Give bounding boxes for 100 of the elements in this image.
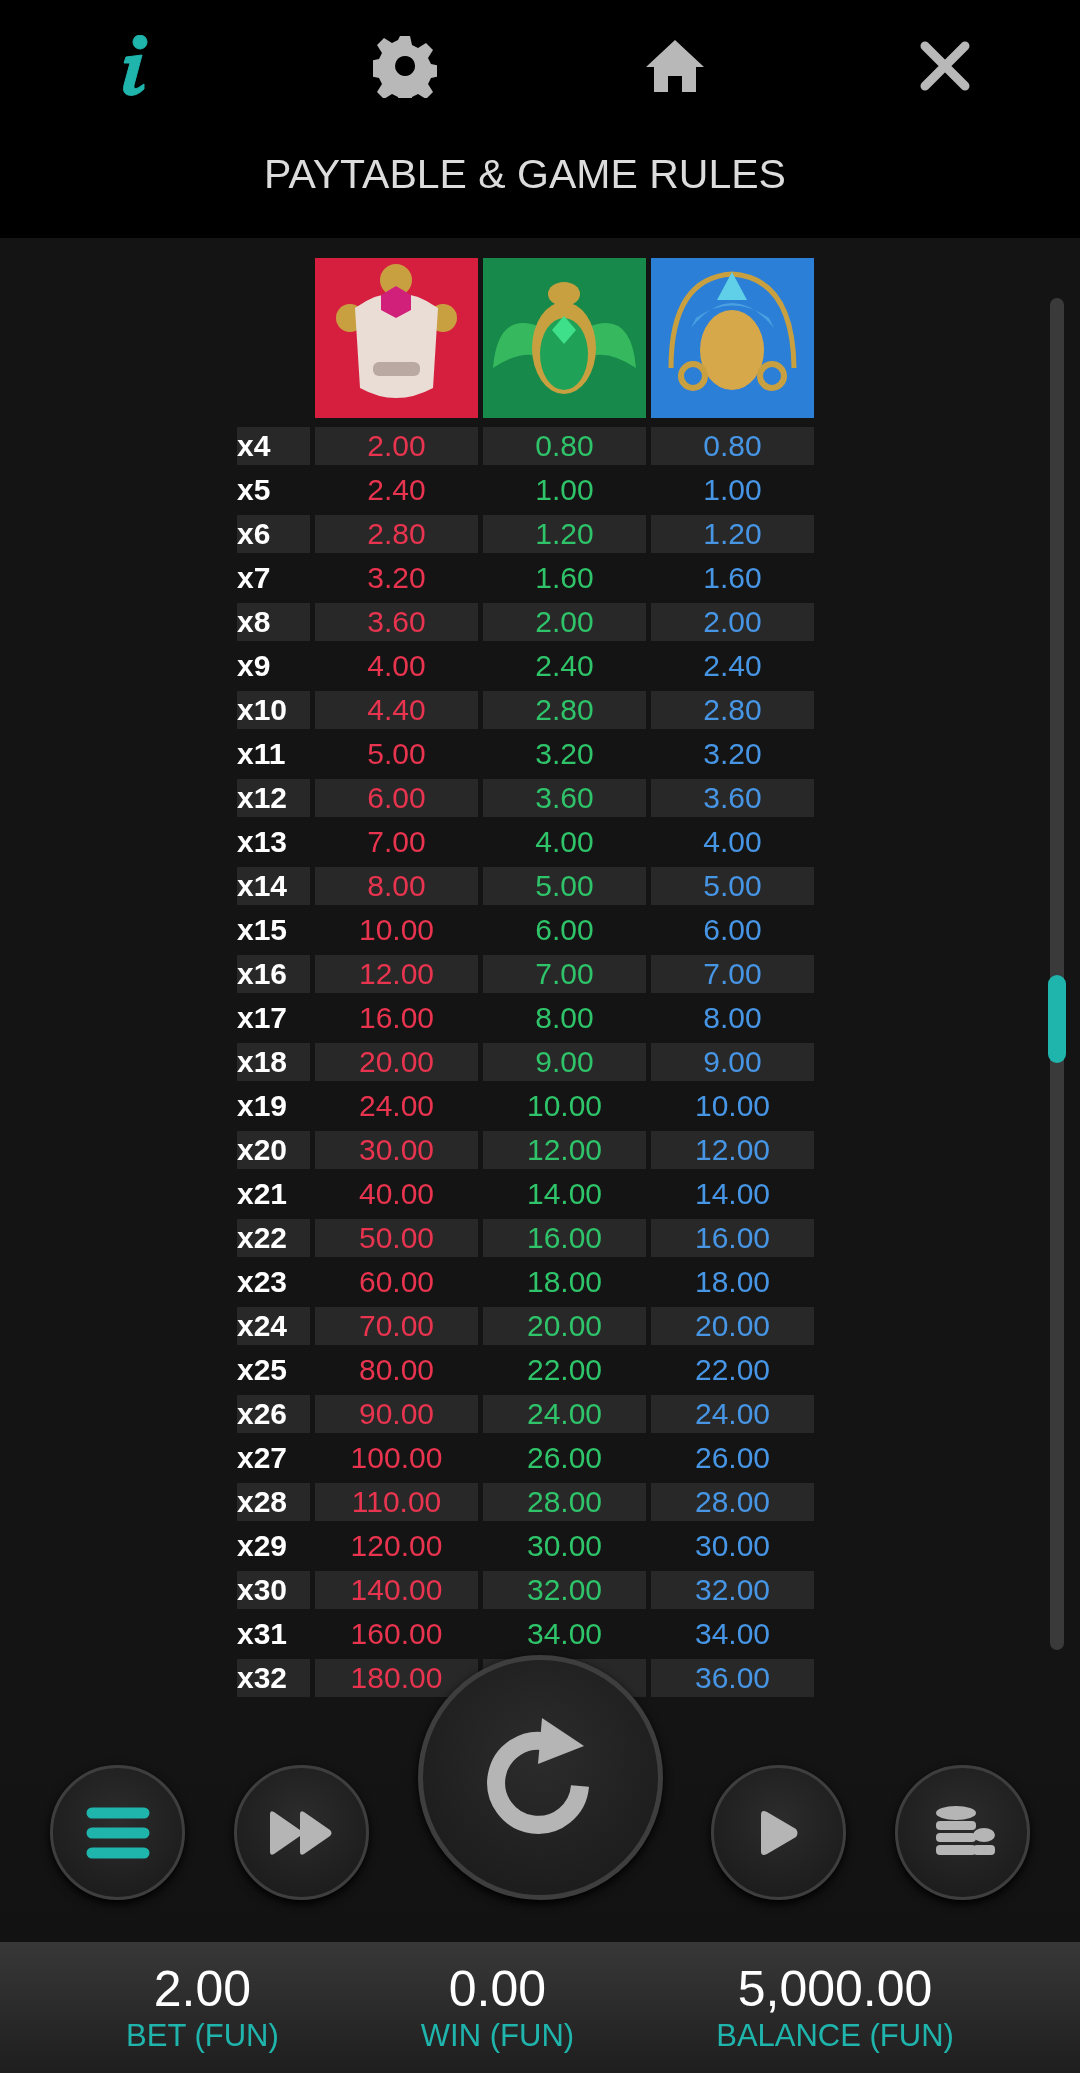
symbol-count: x15 [237, 912, 289, 948]
payout-value: 1.00 [534, 472, 595, 508]
symbol-count: x24 [237, 1307, 310, 1345]
payout-value: 1.20 [483, 515, 646, 553]
payout-value: 2.40 [534, 648, 595, 684]
payout-value: 3.60 [315, 603, 478, 641]
home-icon[interactable] [646, 40, 704, 92]
payout-value: 50.00 [315, 1219, 478, 1257]
menu-icon [85, 1806, 150, 1859]
payout-value: 90.00 [315, 1395, 478, 1433]
payout-value: 10.00 [693, 1088, 772, 1124]
symbol-count: x26 [237, 1395, 310, 1433]
symbol-count: x20 [237, 1131, 310, 1169]
symbol-count: x8 [237, 603, 310, 641]
info-icon[interactable] [120, 35, 150, 97]
payout-value: 140.00 [315, 1571, 478, 1609]
payout-value: 12.00 [483, 1131, 646, 1169]
symbol-count: x25 [237, 1352, 289, 1388]
payout-value: 3.20 [702, 736, 763, 772]
amount-value: 5,000.00 [737, 1960, 933, 2017]
symbol-count: x31 [237, 1616, 289, 1652]
payout-value: 36.00 [651, 1659, 814, 1697]
symbol-count: x7 [237, 560, 272, 596]
payout-value: 12.00 [315, 955, 478, 993]
payout-value: 18.00 [693, 1264, 772, 1300]
payout-value: 30.00 [525, 1528, 604, 1564]
payout-value: 3.60 [651, 779, 814, 817]
payout-value: 60.00 [357, 1264, 436, 1300]
symbol-count: x19 [237, 1088, 289, 1124]
symbol-count: x5 [237, 472, 272, 508]
payout-value: 5.00 [651, 867, 814, 905]
payout-value: 24.00 [651, 1395, 814, 1433]
payout-value: 120.00 [349, 1528, 444, 1564]
payout-value: 16.00 [483, 1219, 646, 1257]
symbol-count: x28 [237, 1483, 310, 1521]
payout-value: 160.00 [349, 1616, 444, 1652]
payout-value: 3.20 [366, 560, 427, 596]
settings-icon[interactable] [373, 34, 437, 98]
payout-value: 34.00 [693, 1616, 772, 1652]
symbol-count: x11 [237, 736, 287, 772]
payout-value: 7.00 [483, 955, 646, 993]
payout-value: 4.00 [534, 824, 595, 860]
payout-value: 34.00 [525, 1616, 604, 1652]
close-icon[interactable] [919, 40, 971, 92]
payout-value: 4.00 [702, 824, 763, 860]
payout-value: 2.40 [702, 648, 763, 684]
symbol-count: x10 [237, 691, 310, 729]
payout-value: 6.00 [534, 912, 595, 948]
payout-value: 24.00 [483, 1395, 646, 1433]
payout-value: 2.00 [483, 603, 646, 641]
payout-value: 22.00 [693, 1352, 772, 1388]
payout-value: 1.20 [651, 515, 814, 553]
payout-value: 7.00 [651, 955, 814, 993]
payout-value: 14.00 [525, 1176, 604, 1212]
symbol-count: x23 [237, 1264, 289, 1300]
payout-value: 20.00 [483, 1307, 646, 1345]
payout-value: 10.00 [525, 1088, 604, 1124]
scrollbar-thumb[interactable] [1048, 975, 1066, 1063]
payout-value: 6.00 [315, 779, 478, 817]
payout-value: 14.00 [693, 1176, 772, 1212]
payout-value: 1.00 [702, 472, 763, 508]
payout-value: 110.00 [315, 1483, 478, 1521]
payout-value: 30.00 [315, 1131, 478, 1169]
payout-value: 8.00 [702, 1000, 763, 1036]
payout-value: 2.00 [315, 427, 478, 465]
symbol-count: x14 [237, 867, 310, 905]
symbol-count: x13 [237, 824, 289, 860]
payout-value: 28.00 [651, 1483, 814, 1521]
payout-value: 0.80 [483, 427, 646, 465]
symbol-count: x32 [237, 1659, 310, 1697]
payout-value: 40.00 [357, 1176, 436, 1212]
payout-value: 80.00 [357, 1352, 436, 1388]
payout-value: 5.00 [366, 736, 427, 772]
payout-value: 3.20 [534, 736, 595, 772]
payout-value: 2.40 [366, 472, 427, 508]
payout-value: 9.00 [483, 1043, 646, 1081]
amount-label: BET (FUN) [126, 2016, 279, 2055]
payout-value: 2.00 [651, 603, 814, 641]
payout-value: 1.60 [534, 560, 595, 596]
payout-value: 18.00 [525, 1264, 604, 1300]
payout-value: 26.00 [693, 1440, 772, 1476]
payout-value: 2.80 [315, 515, 478, 553]
payout-value: 3.60 [483, 779, 646, 817]
symbol-count: x22 [237, 1219, 310, 1257]
symbol-count: x12 [237, 779, 310, 817]
payout-value: 12.00 [651, 1131, 814, 1169]
payout-value: 32.00 [483, 1571, 646, 1609]
play-icon [758, 1808, 799, 1857]
payout-value: 100.00 [349, 1440, 444, 1476]
symbol-count: x6 [237, 515, 310, 553]
payout-value: 10.00 [357, 912, 436, 948]
payout-value: 70.00 [315, 1307, 478, 1345]
payout-value: 7.00 [366, 824, 427, 860]
page-title: PAYTABLE & GAME RULES [264, 150, 786, 198]
scarab-icon [483, 258, 646, 418]
payout-value: 22.00 [525, 1352, 604, 1388]
amount-label: WIN (FUN) [420, 2016, 575, 2055]
payout-value: 20.00 [315, 1043, 478, 1081]
symbol-count: x29 [237, 1528, 289, 1564]
payout-value: 4.40 [315, 691, 478, 729]
